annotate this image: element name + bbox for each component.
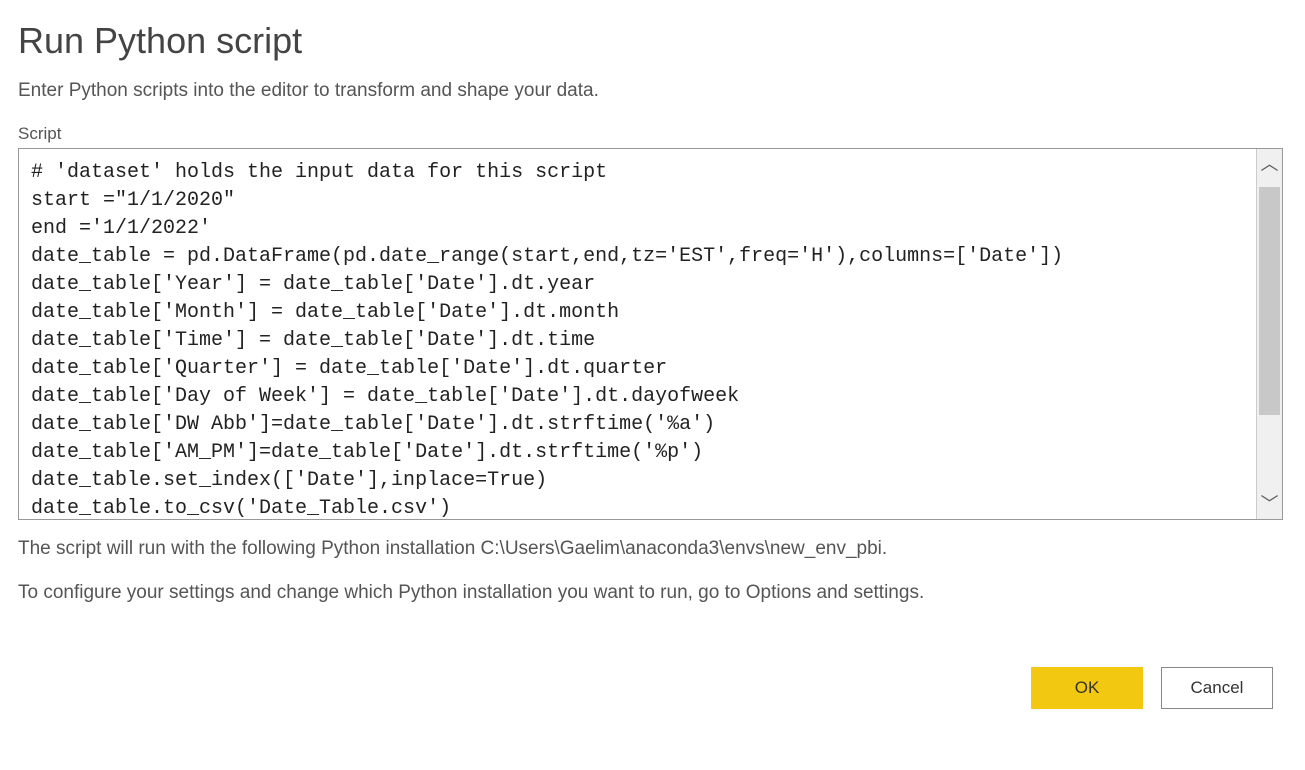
dialog-button-row: OK Cancel: [18, 667, 1287, 709]
script-label: Script: [18, 124, 1287, 144]
scroll-thumb[interactable]: [1259, 187, 1280, 415]
scroll-up-icon[interactable]: ︿: [1261, 149, 1279, 179]
scrollbar[interactable]: ︿ ﹀: [1256, 149, 1282, 519]
script-editor-container: # 'dataset' holds the input data for thi…: [18, 148, 1283, 520]
cancel-button[interactable]: Cancel: [1161, 667, 1273, 709]
page-subtitle: Enter Python scripts into the editor to …: [18, 80, 1287, 102]
page-title: Run Python script: [18, 20, 1287, 62]
footer-install-path: The script will run with the following P…: [18, 534, 1287, 564]
scroll-track[interactable]: [1257, 179, 1282, 489]
footer-settings-hint: To configure your settings and change wh…: [18, 578, 1287, 608]
scroll-down-icon[interactable]: ﹀: [1261, 489, 1279, 519]
ok-button[interactable]: OK: [1031, 667, 1143, 709]
script-editor[interactable]: # 'dataset' holds the input data for thi…: [19, 149, 1256, 519]
